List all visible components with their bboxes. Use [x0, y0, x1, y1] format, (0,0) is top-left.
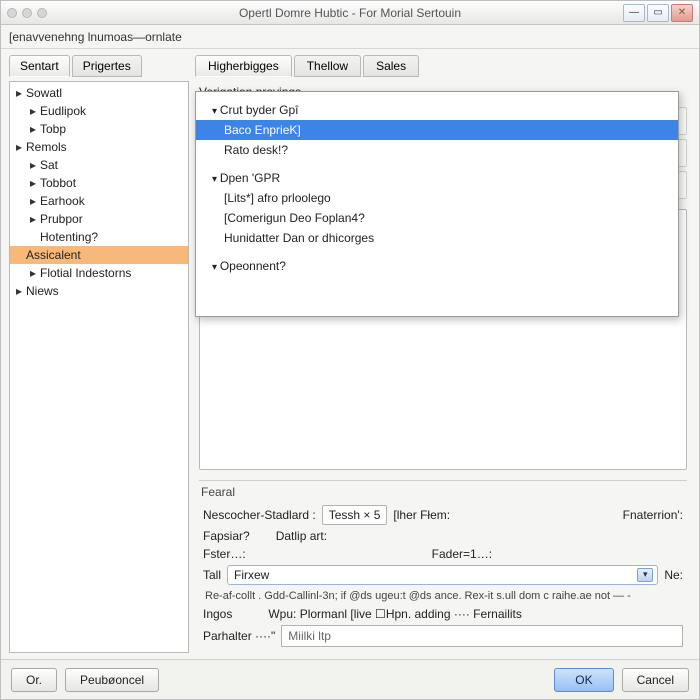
tree-item-2[interactable]: ▸Tobp [10, 120, 188, 138]
chevron-down-icon: ▾ [637, 568, 653, 582]
address-bar: [enavvenehng lnumoas—ornlate [1, 25, 699, 49]
parhalter-input[interactable]: Miilki ltp [281, 625, 683, 647]
tree-item-label: Earhook [40, 194, 85, 208]
tree-item-label: Prubpor [40, 212, 83, 226]
window: Opertl Domre Hubtic - For Morial Sertoui… [0, 0, 700, 700]
tall-combo-value: Firxew [234, 568, 633, 582]
popup-g1-header[interactable]: Crut byder Gpî [196, 100, 678, 120]
r2-k2: Datlip art: [276, 529, 327, 543]
fearal-row2: Fapsiar? Datlip art: [199, 527, 687, 545]
tree-item-4[interactable]: ▸Sat [10, 156, 188, 174]
r1-v1[interactable]: Tessh × 5 [322, 505, 388, 525]
tree-view[interactable]: ▸Sowatl▸Eudlipok▸Tobp▸Remols▸Sat▸Tobbot▸… [9, 81, 189, 653]
address-text: [enavvenehng lnumoas—ornlate [9, 30, 182, 44]
popup-g2-item0[interactable]: [Lits*] afro prloolego [196, 188, 678, 208]
tree-item-label: Tobbot [40, 176, 76, 190]
disclosure-icon: ▸ [16, 140, 24, 154]
left-tab-sentart[interactable]: Sentart [9, 55, 70, 77]
left-tabs: Sentart Prigertes [9, 55, 189, 77]
disclosure-icon: ▸ [30, 212, 38, 226]
tree-item-label: Assicalent [26, 248, 81, 262]
tree-item-label: Sat [40, 158, 58, 172]
r1-k1: Nescocher-Stadlard : [203, 508, 316, 522]
popup-g1-item0[interactable]: Baco EnprieK] [196, 120, 678, 140]
r1-k2: [lher Fłem: [393, 508, 450, 522]
tree-item-10[interactable]: ▸Flotial Indestorns [10, 264, 188, 282]
r2-k1: Fapsiar? [203, 529, 250, 543]
popup-g1-item1[interactable]: Rato desk!? [196, 140, 678, 160]
left-tab-prigertes[interactable]: Prigertes [72, 55, 142, 77]
body: Sentart Prigertes ▸Sowatl▸Eudlipok▸Tobp▸… [1, 49, 699, 659]
r3-k2: Fader=1…: [432, 547, 492, 561]
r4-k: Tall [203, 568, 221, 582]
tree-item-label: Sowatl [26, 86, 62, 100]
tree-item-5[interactable]: ▸Tobbot [10, 174, 188, 192]
tree-item-label: Remols [26, 140, 67, 154]
fearal-row6: Parhalter ····" Miilki ltp [199, 623, 687, 649]
r6-k: Parhalter ····" [203, 629, 275, 643]
help-text: Re-af-collt . Gdd-Callinl-3n; if @ds uge… [199, 587, 687, 605]
disclosure-icon: ▸ [30, 158, 38, 172]
pub-button[interactable]: Peubøoncel [65, 668, 159, 692]
fearal-row3: Fster…: Fader=1…: [199, 545, 687, 563]
popup-g2-item1[interactable]: [Comerigun Deo Foplan4? [196, 208, 678, 228]
tree-item-label: Eudlipok [40, 104, 86, 118]
fearal-row4: Tall Firxew ▾ Ne: [199, 563, 687, 587]
titlebar: Opertl Domre Hubtic - For Morial Sertoui… [1, 1, 699, 25]
tall-combo[interactable]: Firxew ▾ [227, 565, 658, 585]
tree-item-0[interactable]: ▸Sowatl [10, 84, 188, 102]
fearal-row1: Nescocher-Stadlard : Tessh × 5 [lher Fłe… [199, 503, 687, 527]
ok-button[interactable]: OK [554, 668, 613, 692]
r5-b: Wpu: Plormanl [live ☐Hpn. adding ···· Fe… [268, 607, 522, 621]
disclosure-icon: ▸ [30, 194, 38, 208]
right-panel: HigherbiggesThellowSales Verigation prov… [195, 55, 691, 653]
popup-g2-header[interactable]: Dpen 'GPR [196, 168, 678, 188]
right-tab-2[interactable]: Sales [363, 55, 419, 77]
r1-k3: Fnaterrion': [623, 508, 683, 522]
disclosure-icon: ▸ [30, 104, 38, 118]
fearal-row5: Ingos Wpu: Plormanl [live ☐Hpn. adding ·… [199, 605, 687, 623]
tree-item-3[interactable]: ▸Remols [10, 138, 188, 156]
cancel-button[interactable]: Cancel [622, 668, 689, 692]
r4-after: Ne: [664, 568, 683, 582]
disclosure-icon: ▸ [16, 284, 24, 298]
popup-g3-header[interactable]: Opeonnent? [196, 256, 678, 276]
tree-item-8[interactable]: Hotenting? [10, 228, 188, 246]
window-title: Opertl Domre Hubtic - For Morial Sertoui… [1, 6, 699, 20]
r5-a: Ingos [203, 607, 232, 621]
disclosure-icon: ▸ [30, 266, 38, 280]
tree-item-label: Niews [26, 284, 59, 298]
disclosure-icon: ▸ [30, 122, 38, 136]
right-tabs: HigherbiggesThellowSales [195, 55, 691, 77]
right-tab-1[interactable]: Thellow [294, 55, 361, 77]
dropdown-popup[interactable]: Crut byder Gpî Baco EnprieK] Rato desk!?… [195, 91, 679, 317]
popup-g2-item2[interactable]: Hunidatter Dan or dhicorges [196, 228, 678, 248]
tree-item-label: Flotial Indestorns [40, 266, 131, 280]
tree-item-label: Tobp [40, 122, 66, 136]
footer: Or. Peubøoncel OK Cancel [1, 659, 699, 699]
right-tab-0[interactable]: Higherbigges [195, 55, 292, 77]
left-panel: Sentart Prigertes ▸Sowatl▸Eudlipok▸Tobp▸… [9, 55, 189, 653]
tree-item-6[interactable]: ▸Earhook [10, 192, 188, 210]
disclosure-icon: ▸ [30, 176, 38, 190]
tree-item-label: Hotenting? [40, 230, 98, 244]
parhalter-value: Miilki ltp [288, 629, 331, 643]
or-button[interactable]: Or. [11, 668, 57, 692]
tree-item-9[interactable]: Assicalent [10, 246, 188, 264]
fearal-label: Fearal [199, 485, 687, 499]
fearal-group: Fearal Nescocher-Stadlard : Tessh × 5 [l… [199, 480, 687, 649]
tree-item-7[interactable]: ▸Prubpor [10, 210, 188, 228]
tree-item-1[interactable]: ▸Eudlipok [10, 102, 188, 120]
r3-k1: Fster…: [203, 547, 246, 561]
tree-item-11[interactable]: ▸Niews [10, 282, 188, 300]
disclosure-icon: ▸ [16, 86, 24, 100]
